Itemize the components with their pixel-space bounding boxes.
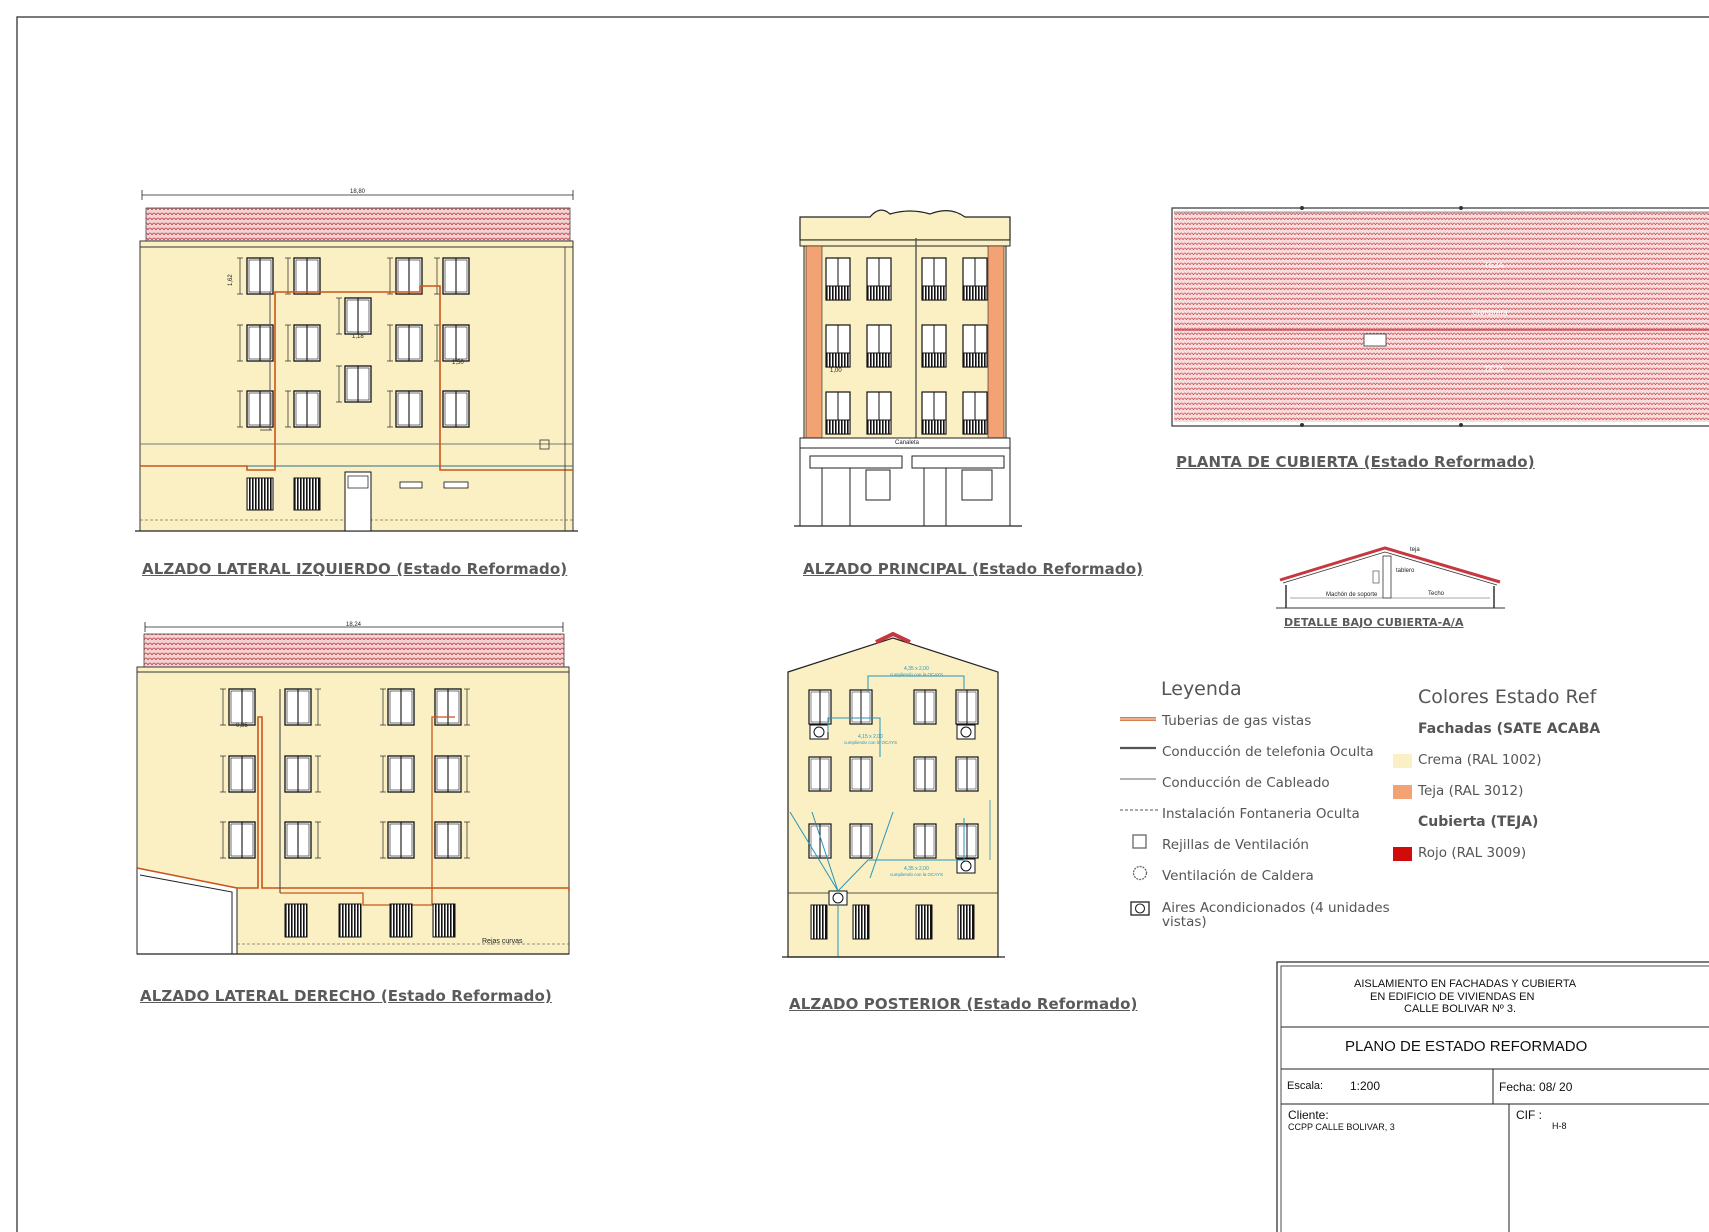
left-elevation-title-status: (Estado Reformado): [396, 560, 568, 578]
dim-label: 1,00: [830, 368, 842, 374]
dim-label: 1,18: [352, 334, 364, 340]
dim-label: 0,85: [236, 723, 248, 729]
main-elevation-title-status: (Estado Reformado): [972, 560, 1144, 578]
detail-techo-label: Techo: [1428, 591, 1445, 597]
roof-teja-top-label: TEJA: [1484, 261, 1504, 270]
left-elevation-title: ALZADO LATERAL IZQUIERDO (Estado Reforma…: [142, 560, 567, 578]
legend-item-phone: Conducción de telefonia Oculta: [1162, 744, 1374, 760]
swatch-crema: [1393, 754, 1412, 768]
right-elevation-title: ALZADO LATERAL DERECHO (Estado Reformado…: [140, 987, 552, 1005]
right-rejas-label: Rejas curvas: [482, 938, 523, 945]
roof-plan-title: PLANTA DE CUBIERTA (Estado Reformado): [1176, 453, 1535, 471]
legend-item-cable: Conducción de Cableado: [1162, 775, 1330, 791]
roof-plan-drawing: [1171, 206, 1709, 427]
swatch-crema-label: Crema (RAL 1002): [1418, 752, 1542, 768]
legend-item-plumbing: Instalación Fontaneria Oculta: [1162, 806, 1360, 822]
swatch-teja-label: Teja (RAL 3012): [1418, 783, 1524, 799]
dim-label: 1,62: [228, 274, 234, 286]
legend-item-gas: Tuberias de gas vistas: [1162, 713, 1312, 729]
main-canaleta-label: Canaleta: [895, 440, 920, 446]
main-elevation-drawing: [794, 209, 1022, 527]
client-label: Cliente:: [1288, 1108, 1329, 1122]
colors-heading: Colores Estado Ref: [1418, 686, 1597, 708]
rear-ac-note-2: cumpliendo con la OCAYS: [844, 740, 897, 745]
detail-teja-label: teja: [1410, 547, 1420, 553]
vent-grille-square-icon: [1132, 834, 1147, 849]
legend-item-vent: Rejillas de Ventilación: [1162, 837, 1309, 853]
roof-cumbrera-label: Cumbrera: [1472, 308, 1508, 317]
right-elevation-drawing: [136, 622, 570, 955]
left-elevation-drawing: [135, 190, 578, 532]
cif-label: CIF :: [1516, 1108, 1542, 1122]
project-line-2: EN EDIFICIO DE VIVIENDAS EN: [1370, 991, 1535, 1003]
date-label: Fecha: 08/ 20: [1499, 1080, 1573, 1094]
main-elevation-title: ALZADO PRINCIPAL (Estado Reformado): [803, 560, 1143, 578]
roof-color-heading: Cubierta (TEJA): [1418, 814, 1539, 830]
rear-ac-note-1: cumpliendo con la OCAYS: [890, 672, 943, 677]
rear-ac-note-3: cumpliendo con la OCAYS: [890, 872, 943, 877]
rear-elevation-drawing: [782, 631, 1005, 958]
roof-detail-title: DETALLE BAJO CUBIERTA-A/A: [1284, 616, 1464, 629]
left-total-width: 18,80: [350, 189, 366, 195]
rear-elevation-title: ALZADO POSTERIOR (Estado Reformado): [789, 995, 1137, 1013]
facades-heading: Fachadas (SATE ACABA: [1418, 721, 1601, 737]
plan-name: PLANO DE ESTADO REFORMADO: [1345, 1038, 1588, 1055]
roof-plan-title-status: (Estado Reformado): [1363, 453, 1535, 471]
roof-detail-drawing: [1276, 546, 1505, 609]
project-line-3: CALLE BOLIVAR Nº 3.: [1404, 1003, 1517, 1015]
left-elevation-title-main: ALZADO LATERAL IZQUIERDO: [142, 560, 391, 578]
legend-item-ac-line2: vistas): [1162, 914, 1207, 930]
right-elevation-title-main: ALZADO LATERAL DERECHO: [140, 987, 376, 1005]
project-line-1: AISLAMIENTO EN FACHADAS Y CUBIERTA: [1354, 978, 1577, 990]
legend-symbols: [1120, 717, 1158, 916]
right-elevation-title-status: (Estado Reformado): [380, 987, 552, 1005]
cif-value: H-8: [1552, 1121, 1567, 1131]
swatch-rojo: [1393, 847, 1412, 861]
swatch-rojo-label: Rojo (RAL 3009): [1418, 845, 1527, 861]
client-value: CCPP CALLE BOLIVAR, 3: [1288, 1122, 1395, 1132]
swatch-teja: [1393, 785, 1412, 799]
rear-elevation-title-status: (Estado Reformado): [966, 995, 1138, 1013]
roof-plan-title-main: PLANTA DE CUBIERTA: [1176, 453, 1359, 471]
main-elevation-title-main: ALZADO PRINCIPAL: [803, 560, 967, 578]
roof-teja-bottom-label: TEJA: [1484, 365, 1504, 374]
dim-label: 1,50: [452, 360, 464, 366]
rear-elevation-title-main: ALZADO POSTERIOR: [789, 995, 962, 1013]
detail-soporte-label: Machón de soporte: [1326, 592, 1378, 598]
scale-label: Escala:: [1287, 1080, 1324, 1092]
scale-value: 1:200: [1350, 1079, 1381, 1093]
boiler-vent-circle-icon: [1132, 865, 1148, 881]
legend-heading: Leyenda: [1161, 678, 1242, 700]
detail-tablero-label: tablero: [1396, 568, 1415, 574]
right-total-width: 18,24: [346, 622, 362, 628]
legend-item-boiler: Ventilación de Caldera: [1162, 868, 1314, 884]
